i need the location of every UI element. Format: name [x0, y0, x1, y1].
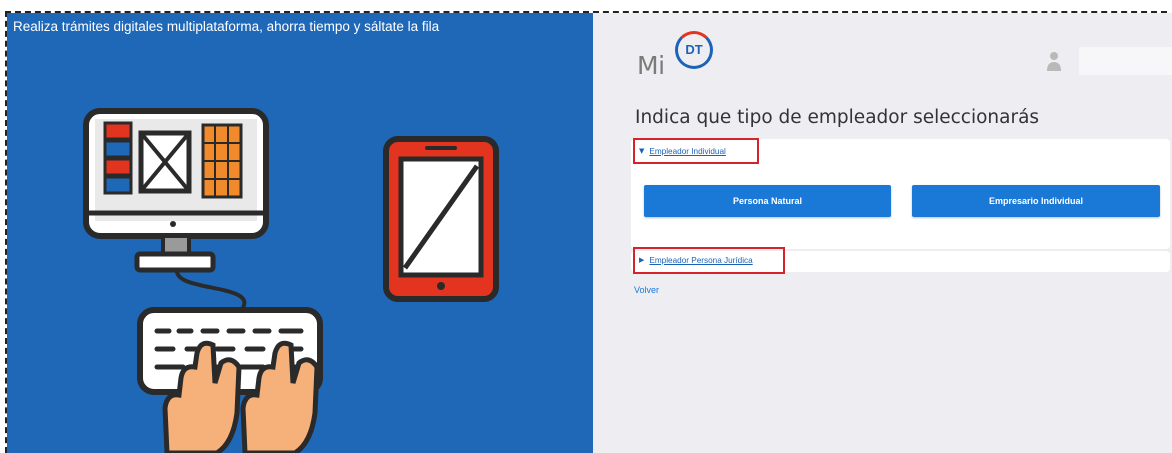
frame-border-top: [5, 11, 1167, 13]
persona-natural-button[interactable]: Persona Natural: [644, 185, 891, 217]
accordion-header-individual[interactable]: ▼ Empleador Individual: [633, 138, 759, 164]
devices-illustration: [83, 108, 499, 453]
caret-down-icon: ▼: [639, 146, 645, 155]
user-name-area[interactable]: [1079, 47, 1172, 75]
caret-right-icon: ▶: [639, 256, 645, 264]
logo-badge: DT: [675, 31, 713, 69]
employer-selection-panel: Mi DT Indica que tipo de empleador selec…: [593, 13, 1172, 453]
page-title: Indica que tipo de empleador seleccionar…: [635, 107, 1040, 128]
frame-border-left: [5, 11, 7, 453]
promo-banner: Realiza trámites digitales multiplatafor…: [7, 13, 593, 453]
user-icon[interactable]: [1047, 51, 1061, 71]
accordion-label[interactable]: Empleador Persona Jurídica: [649, 256, 752, 265]
empresario-individual-button[interactable]: Empresario Individual: [912, 185, 1160, 217]
logo-text: Mi: [637, 51, 665, 80]
back-link[interactable]: Volver: [634, 285, 659, 295]
accordion-header-juridica[interactable]: ▶ Empleador Persona Jurídica: [633, 247, 785, 274]
tablet-icon: [383, 136, 499, 302]
monitor-icon: [83, 108, 269, 315]
accordion-label[interactable]: Empleador Individual: [649, 147, 725, 156]
